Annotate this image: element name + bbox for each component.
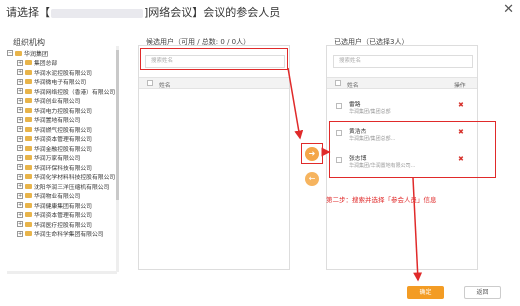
arrow-to-ok-button <box>412 177 423 282</box>
annotation-arrows <box>287 67 423 282</box>
back-button[interactable]: 返回 <box>464 286 501 299</box>
ok-button[interactable]: 确定 <box>407 286 444 299</box>
arrow-to-add-button <box>287 67 304 140</box>
